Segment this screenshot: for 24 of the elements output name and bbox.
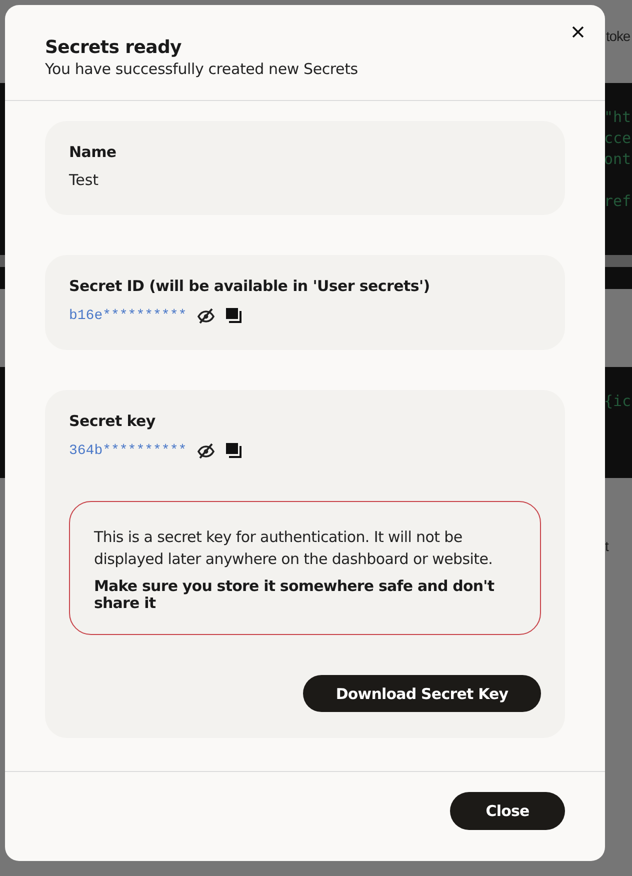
download-button[interactable]: Download Secret Key <box>303 675 541 712</box>
secret-value: 364b********** <box>69 442 187 458</box>
field-label: Secret ID (will be available in 'User secrets') <box>69 277 431 295</box>
close-icon[interactable] <box>571 25 585 39</box>
field-label: Name <box>69 143 118 161</box>
eye-slash-icon[interactable] <box>196 442 215 458</box>
dialog-subtitle: You have successfully created new Secrets <box>45 60 358 78</box>
code-text: ont <box>604 150 632 168</box>
field-label: Secret key <box>69 412 156 430</box>
page-text: toke <box>606 28 630 44</box>
dialog-title: Secrets ready <box>45 37 182 58</box>
secret-value: b16e********** <box>69 308 187 324</box>
copy-icon[interactable] <box>224 442 243 459</box>
field-value: Test <box>69 171 100 189</box>
code-text: ref <box>604 192 632 210</box>
warning-text: This is a secret key for authentication. It will not be displayed later anywhere on the dashboard or website. <box>94 527 494 570</box>
page-text: t <box>605 538 608 554</box>
code-text: cce <box>604 129 632 147</box>
warning-emphasis: Make sure you store it somewhere safe and don't share it <box>94 578 496 612</box>
eye-slash-icon[interactable] <box>196 308 215 324</box>
code-text: {ic <box>604 392 632 410</box>
close-button[interactable]: Close <box>450 792 565 830</box>
code-text: "ht <box>604 108 632 126</box>
copy-icon[interactable] <box>224 307 243 324</box>
